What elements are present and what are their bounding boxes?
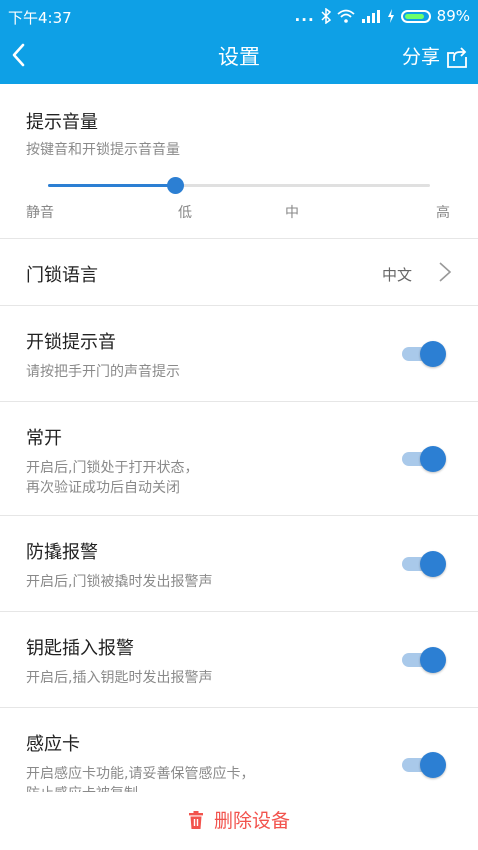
battery-fill bbox=[404, 13, 425, 19]
setting-desc: 开启后,门锁处于打开状态， 再次验证成功后自动关闭 bbox=[26, 460, 199, 496]
volume-label-mute: 静音 bbox=[26, 205, 54, 221]
more-dots-icon: ... bbox=[294, 7, 315, 25]
delete-label: 删除设备 bbox=[213, 810, 290, 832]
bluetooth-icon bbox=[321, 8, 331, 24]
setting-title: 钥匙插入报警 bbox=[26, 638, 134, 659]
setting-desc: 请按把手开门的声音提示 bbox=[26, 364, 180, 380]
language-row[interactable]: 门锁语言 中文 bbox=[0, 239, 478, 306]
status-icons: ... 89% bbox=[295, 7, 470, 25]
setting-unlock-tone: 开锁提示音 请按把手开门的声音提示 bbox=[0, 306, 478, 402]
volume-label-high: 高 bbox=[436, 205, 450, 221]
share-label: 分享 bbox=[401, 46, 440, 68]
setting-title: 感应卡 bbox=[26, 734, 80, 755]
share-icon bbox=[447, 47, 467, 68]
volume-section: 提示音量 按键音和开锁提示音音量 bbox=[0, 84, 478, 239]
volume-label-mid: 中 bbox=[285, 205, 299, 221]
battery-percent: 89% bbox=[436, 7, 470, 25]
setting-always-open: 常开 开启后,门锁处于打开状态， 再次验证成功后自动关闭 bbox=[0, 402, 478, 516]
slider-fill bbox=[48, 184, 176, 187]
volume-title: 提示音量 bbox=[26, 112, 98, 133]
cell-signal-icon bbox=[361, 10, 380, 23]
volume-desc: 按键音和开锁提示音音量 bbox=[26, 142, 180, 158]
charging-icon bbox=[387, 9, 394, 23]
volume-label-low: 低 bbox=[178, 205, 192, 221]
delete-device-button[interactable]: 删除设备 bbox=[0, 806, 478, 833]
wifi-icon bbox=[337, 9, 355, 23]
setting-title: 常开 bbox=[26, 428, 62, 449]
nav-bar: 设置 分享 bbox=[0, 34, 478, 84]
share-button[interactable]: 分享 bbox=[402, 42, 468, 72]
status-time: 下午4:37 bbox=[8, 9, 72, 27]
volume-slider[interactable] bbox=[48, 177, 430, 194]
trash-icon bbox=[188, 810, 203, 829]
setting-title: 开锁提示音 bbox=[26, 332, 116, 353]
chevron-right-icon bbox=[439, 262, 452, 282]
header: 下午4:37 ... 89% 设置 分享 bbox=[0, 0, 478, 84]
battery-icon bbox=[400, 9, 431, 23]
toggle-switch[interactable] bbox=[402, 647, 446, 673]
language-value: 中文 bbox=[381, 266, 412, 284]
setting-key-insert-alarm: 钥匙插入报警 开启后,插入钥匙时发出报警声 bbox=[0, 612, 478, 708]
setting-desc: 开启后,插入钥匙时发出报警声 bbox=[26, 670, 213, 686]
setting-desc: 开启后,门锁被撬时发出报警声 bbox=[26, 574, 213, 590]
delete-bar: 删除设备 bbox=[0, 792, 478, 850]
language-title: 门锁语言 bbox=[26, 265, 98, 286]
status-bar: 下午4:37 ... 89% bbox=[0, 0, 478, 34]
toggle-switch[interactable] bbox=[402, 341, 446, 367]
toggle-switch[interactable] bbox=[402, 551, 446, 577]
toggle-switch[interactable] bbox=[402, 446, 446, 472]
setting-title: 防撬报警 bbox=[26, 542, 98, 563]
setting-anti-pry-alarm: 防撬报警 开启后,门锁被撬时发出报警声 bbox=[0, 516, 478, 612]
toggle-switch[interactable] bbox=[402, 752, 446, 778]
setting-proximity-card: 感应卡 开启感应卡功能,请妥善保管感应卡，防止感应卡被复制 bbox=[0, 708, 478, 803]
